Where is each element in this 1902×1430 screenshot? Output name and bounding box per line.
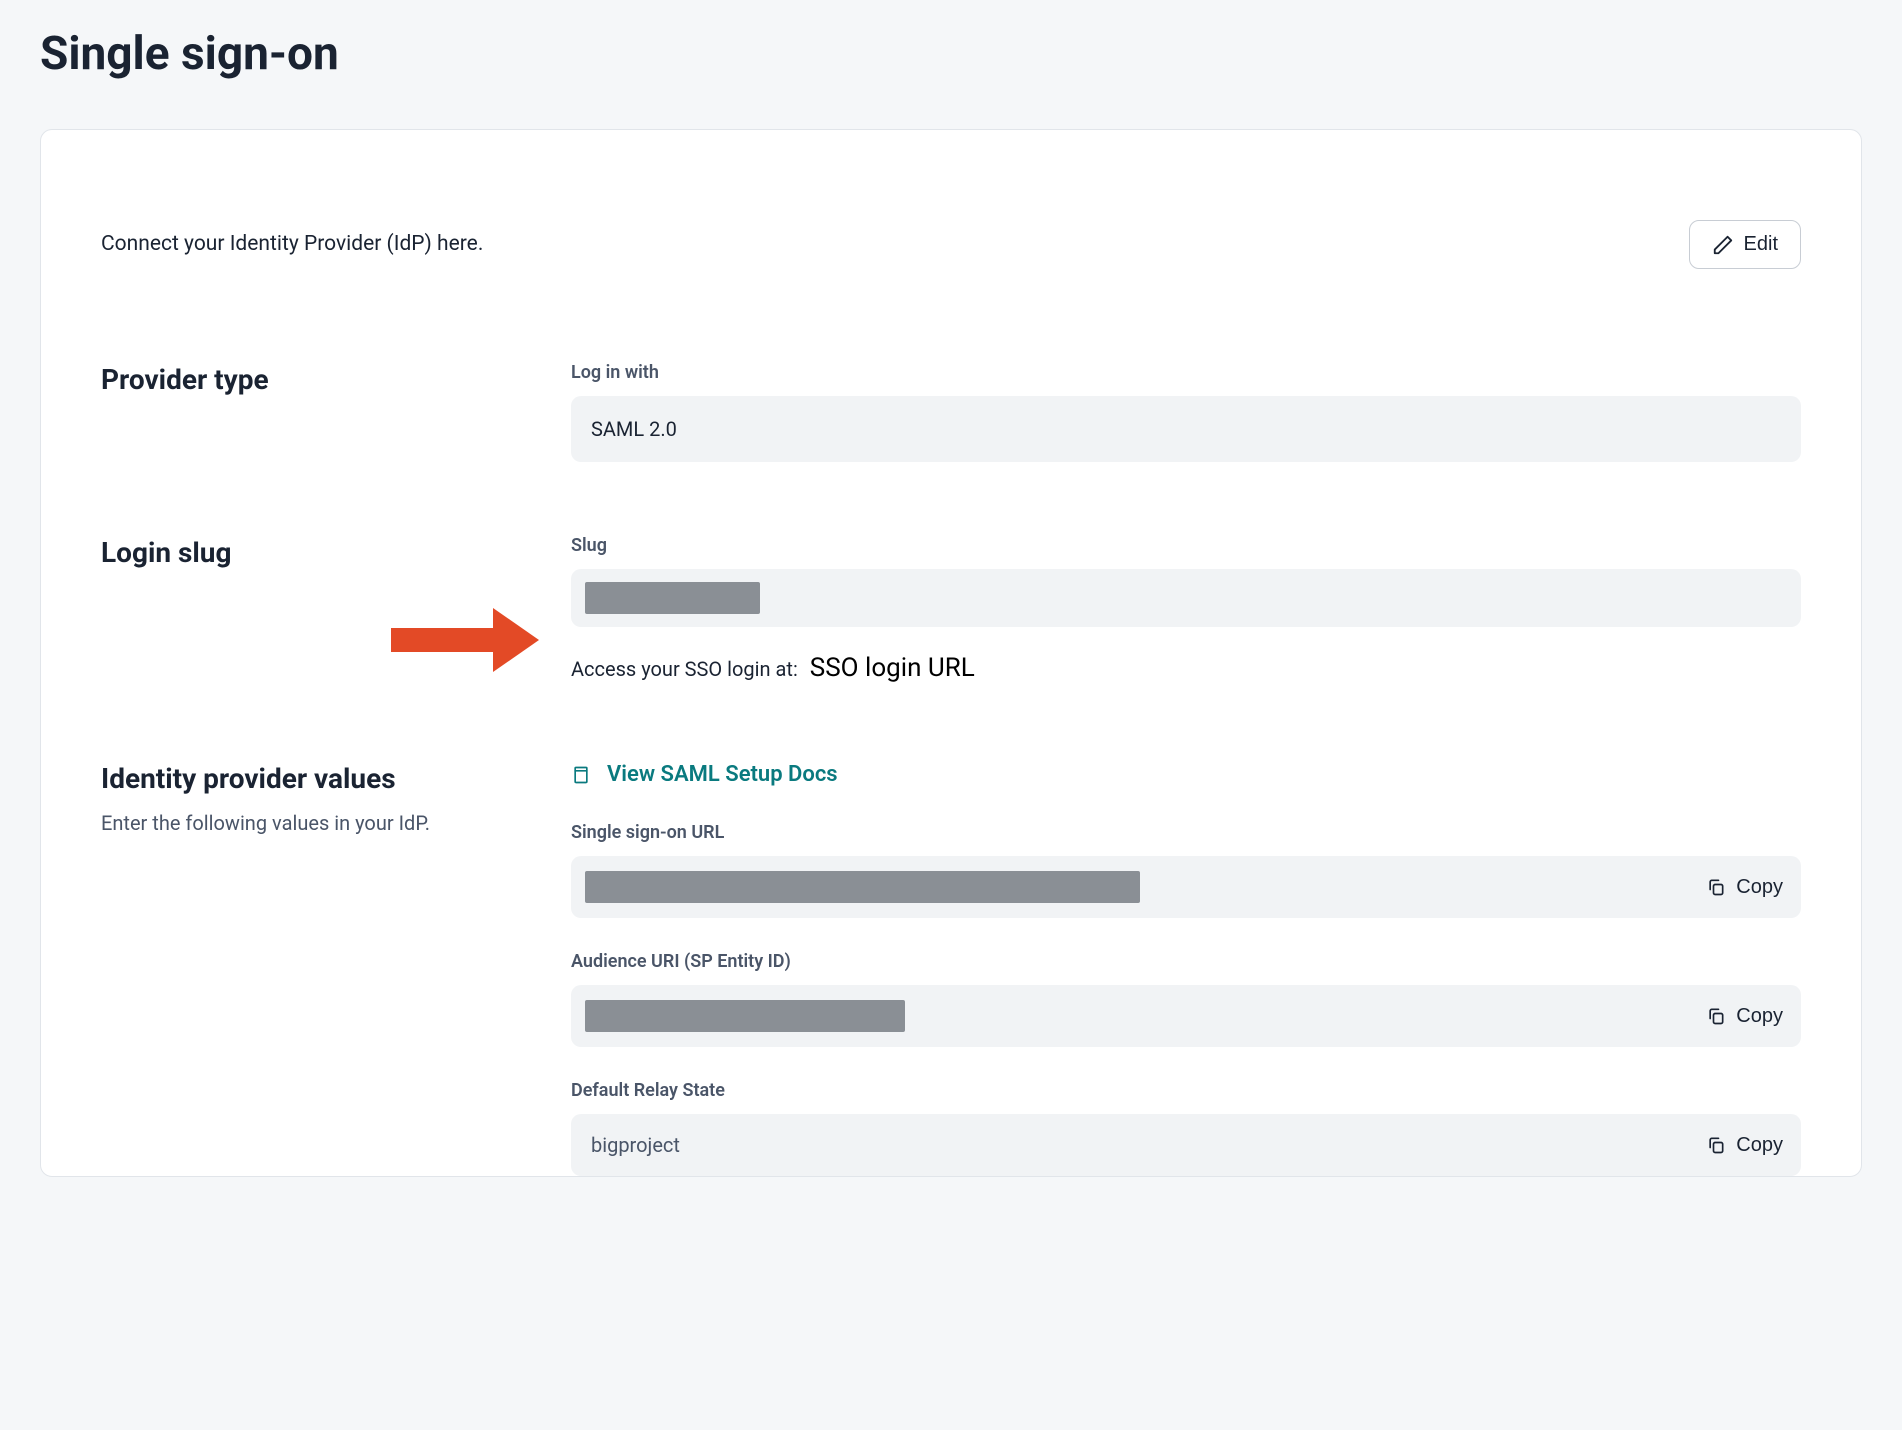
sso-card: Connect your Identity Provider (IdP) her…	[40, 129, 1862, 1177]
document-icon	[571, 764, 591, 786]
provider-type-heading: Provider type	[101, 359, 531, 401]
copy-label: Copy	[1736, 876, 1783, 899]
copy-label: Copy	[1736, 1005, 1783, 1028]
view-saml-docs-label: View SAML Setup Docs	[607, 758, 838, 791]
copy-icon	[1706, 1006, 1726, 1026]
edit-button-label: Edit	[1744, 233, 1778, 256]
page-title: Single sign-on	[40, 20, 1862, 89]
sso-login-url: SSO login URL	[810, 649, 975, 688]
idp-values-heading: Identity provider values	[101, 758, 531, 800]
slug-label: Slug	[571, 532, 1801, 559]
relay-state-value: bigproject	[591, 1130, 680, 1160]
copy-icon	[1706, 877, 1726, 897]
idp-values-subheading: Enter the following values in your IdP.	[101, 808, 531, 838]
login-with-value: SAML 2.0	[571, 396, 1801, 462]
audience-uri-value-row: Copy	[571, 985, 1801, 1047]
redacted-placeholder	[585, 582, 760, 614]
copy-relay-state-button[interactable]: Copy	[1706, 1134, 1783, 1157]
sso-url-value-row: Copy	[571, 856, 1801, 918]
section-idp-values: Identity provider values Enter the follo…	[101, 758, 1801, 1176]
section-login-slug: Login slug Slug Access your SSO login at…	[101, 532, 1801, 688]
relay-state-label: Default Relay State	[571, 1077, 1801, 1104]
audience-uri-label: Audience URI (SP Entity ID)	[571, 948, 1801, 975]
section-provider-type: Provider type Log in with SAML 2.0	[101, 359, 1801, 462]
copy-audience-uri-button[interactable]: Copy	[1706, 1005, 1783, 1028]
copy-label: Copy	[1736, 1134, 1783, 1157]
redacted-placeholder	[585, 871, 1140, 903]
sso-login-helper-prefix: Access your SSO login at:	[571, 654, 798, 684]
slug-value	[571, 569, 1801, 627]
pencil-icon	[1712, 234, 1734, 256]
card-description: Connect your Identity Provider (IdP) her…	[101, 229, 483, 261]
copy-sso-url-button[interactable]: Copy	[1706, 876, 1783, 899]
relay-state-value-row: bigproject Copy	[571, 1114, 1801, 1176]
edit-button[interactable]: Edit	[1689, 220, 1801, 269]
login-slug-heading: Login slug	[101, 532, 531, 574]
redacted-placeholder	[585, 1000, 905, 1032]
login-with-label: Log in with	[571, 359, 1801, 386]
copy-icon	[1706, 1135, 1726, 1155]
sso-url-label: Single sign-on URL	[571, 819, 1801, 846]
view-saml-docs-link[interactable]: View SAML Setup Docs	[571, 758, 838, 791]
